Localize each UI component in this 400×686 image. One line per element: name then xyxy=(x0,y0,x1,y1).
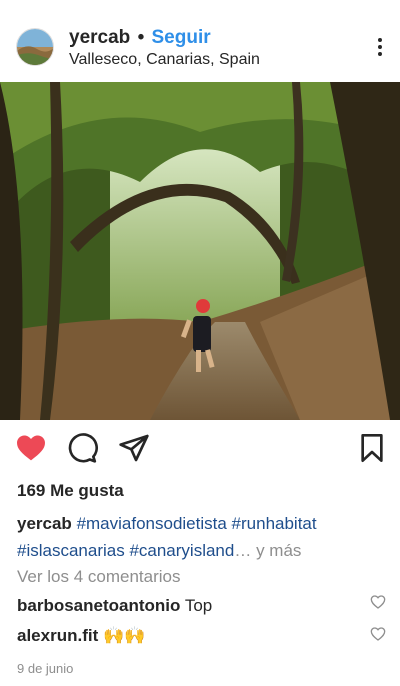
comment-item: barbosanetoantonio Top xyxy=(17,596,357,616)
comment-text: 🙌🙌 xyxy=(102,626,146,645)
post-date: 9 de junio xyxy=(17,661,74,676)
heart-filled-icon[interactable] xyxy=(15,432,47,464)
bookmark-icon[interactable] xyxy=(356,432,388,464)
comment-like-heart-icon[interactable] xyxy=(370,626,386,642)
post-photo[interactable] xyxy=(0,82,400,420)
username-line: yercab • Seguir xyxy=(69,27,211,49)
comment-like-heart-icon[interactable] xyxy=(370,594,386,610)
caption-hashtags-line1[interactable]: #maviafonsodietista #runhabitat xyxy=(77,514,317,533)
caption-more-link[interactable]: y más xyxy=(256,541,301,560)
comment-username[interactable]: barbosanetoantonio xyxy=(17,596,180,615)
view-comments-link[interactable]: Ver los 4 comentarios xyxy=(17,567,180,587)
caption-username[interactable]: yercab xyxy=(17,514,72,533)
comment-bubble-icon[interactable] xyxy=(66,432,98,464)
caption-hashtags-line2[interactable]: #islascanarias #canaryisland xyxy=(17,541,234,560)
comment-text: Top xyxy=(184,596,213,615)
location-link[interactable]: Valleseco, Canarias, Spain xyxy=(69,51,260,69)
paper-plane-icon[interactable] xyxy=(118,432,150,464)
more-vertical-icon[interactable] xyxy=(376,38,384,60)
post-header: yercab • Seguir Valleseco, Canarias, Spa… xyxy=(0,0,400,82)
username-link[interactable]: yercab xyxy=(69,27,130,48)
comment-username[interactable]: alexrun.fit xyxy=(17,626,98,645)
likes-count[interactable]: 169 Me gusta xyxy=(17,481,124,501)
follow-button[interactable]: Seguir xyxy=(152,27,211,48)
caption-ellipsis: … xyxy=(234,541,252,560)
action-bar xyxy=(0,420,400,476)
caption: yercab #maviafonsodietista #runhabitat #… xyxy=(17,510,387,564)
comment-item: alexrun.fit 🙌🙌 xyxy=(17,626,357,646)
avatar[interactable] xyxy=(16,28,54,66)
separator-dot: • xyxy=(137,27,145,48)
